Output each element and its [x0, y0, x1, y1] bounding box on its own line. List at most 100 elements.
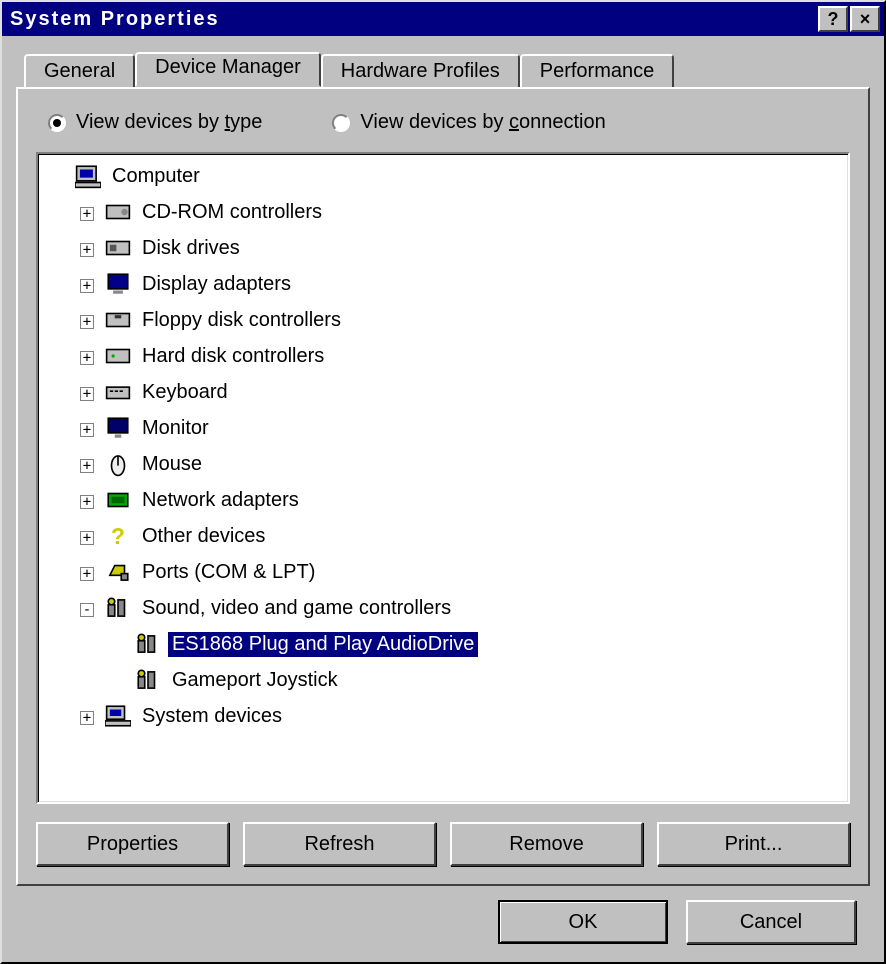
tree-item[interactable]: + Display adapters	[42, 266, 844, 302]
ok-button[interactable]: OK	[498, 900, 668, 944]
expando-icon[interactable]: +	[80, 387, 94, 401]
tab-label: Hardware Profiles	[341, 60, 500, 82]
hdd-icon	[104, 342, 132, 370]
sound-icon	[104, 594, 132, 622]
tree-item-label: Disk drives	[138, 236, 244, 261]
port-icon	[104, 558, 132, 586]
button-label: OK	[569, 911, 598, 934]
radio-label: View devices by connection	[360, 111, 605, 134]
tab-panel: View devices by type View devices by con…	[16, 87, 870, 886]
expando-icon[interactable]: +	[80, 459, 94, 473]
view-by-type-radio[interactable]: View devices by type	[48, 111, 262, 134]
view-mode-group: View devices by type View devices by con…	[48, 111, 850, 134]
system-icon	[104, 702, 132, 730]
tab-label: Performance	[540, 60, 655, 82]
tree-item[interactable]: + Hard disk controllers	[42, 338, 844, 374]
tree-item-label: Sound, video and game controllers	[138, 596, 455, 621]
expando-icon[interactable]: +	[80, 315, 94, 329]
dialog-button-row: OK Cancel	[16, 886, 870, 952]
tree-item[interactable]: +? Other devices	[42, 518, 844, 554]
system-properties-window: System Properties ? × General Device Man…	[0, 0, 886, 964]
tree-item[interactable]: + Floppy disk controllers	[42, 302, 844, 338]
tree-item-label: ES1868 Plug and Play AudioDrive	[168, 632, 478, 657]
sound-icon	[134, 666, 162, 694]
tree-item-label: Computer	[108, 164, 204, 189]
titlebar-buttons: ? ×	[818, 6, 880, 32]
refresh-button[interactable]: Refresh	[243, 822, 436, 866]
properties-button[interactable]: Properties	[36, 822, 229, 866]
tree-item-label: Network adapters	[138, 488, 303, 513]
remove-button[interactable]: Remove	[450, 822, 643, 866]
expando-icon[interactable]: +	[80, 423, 94, 437]
button-label: Remove	[509, 833, 583, 856]
close-button[interactable]: ×	[850, 6, 880, 32]
tree-item[interactable]: + Monitor	[42, 410, 844, 446]
device-tree[interactable]: Computer+CD-ROM controllers+Disk drives+…	[36, 152, 850, 804]
tree-item-label: Floppy disk controllers	[138, 308, 345, 333]
expando-icon[interactable]: +	[80, 243, 94, 257]
tree-item[interactable]: + System devices	[42, 698, 844, 734]
tree-item[interactable]: ES1868 Plug and Play AudioDrive	[42, 626, 844, 662]
tab-label: General	[44, 60, 115, 82]
button-label: Refresh	[304, 833, 374, 856]
expando-icon[interactable]: +	[80, 207, 94, 221]
tree-item[interactable]: +Keyboard	[42, 374, 844, 410]
network-icon	[104, 486, 132, 514]
view-by-connection-radio[interactable]: View devices by connection	[332, 111, 605, 134]
titlebar[interactable]: System Properties ? ×	[2, 2, 884, 36]
help-button[interactable]: ?	[818, 6, 848, 32]
client-area: General Device Manager Hardware Profiles…	[2, 36, 884, 962]
monitor-icon	[104, 414, 132, 442]
computer-icon	[74, 162, 102, 190]
help-icon: ?	[828, 9, 839, 30]
expando-icon[interactable]: +	[80, 279, 94, 293]
tree-item[interactable]: + Network adapters	[42, 482, 844, 518]
tree-item-label: System devices	[138, 704, 286, 729]
tree-item-label: Hard disk controllers	[138, 344, 328, 369]
tree-item-label: Mouse	[138, 452, 206, 477]
tree-item-label: CD-ROM controllers	[138, 200, 326, 225]
tabstrip: General Device Manager Hardware Profiles…	[24, 54, 870, 87]
svg-text:?: ?	[111, 523, 125, 549]
expando-icon[interactable]: -	[80, 603, 94, 617]
keyboard-icon	[104, 378, 132, 406]
window-title: System Properties	[10, 8, 818, 31]
tree-item[interactable]: - Sound, video and game controllers	[42, 590, 844, 626]
tree-item-label: Other devices	[138, 524, 269, 549]
tab-performance[interactable]: Performance	[520, 54, 675, 87]
expando-icon[interactable]: +	[80, 711, 94, 725]
panel-button-row: Properties Refresh Remove Print...	[36, 822, 850, 866]
tree-item[interactable]: + CD-ROM controllers	[42, 194, 844, 230]
tab-label: Device Manager	[155, 56, 301, 78]
tree-item[interactable]: + Mouse	[42, 446, 844, 482]
expando-icon[interactable]: +	[80, 351, 94, 365]
cancel-button[interactable]: Cancel	[686, 900, 856, 944]
button-label: Cancel	[740, 911, 802, 934]
tree-item-label: Gameport Joystick	[168, 668, 342, 693]
other-icon: ?	[104, 522, 132, 550]
tab-hardware-profiles[interactable]: Hardware Profiles	[321, 54, 520, 87]
expando-icon[interactable]: +	[80, 531, 94, 545]
cdrom-icon	[104, 198, 132, 226]
expando-icon[interactable]: +	[80, 567, 94, 581]
tab-general[interactable]: General	[24, 54, 135, 87]
radio-label: View devices by type	[76, 111, 262, 134]
button-label: Print...	[725, 833, 783, 856]
print-button[interactable]: Print...	[657, 822, 850, 866]
radio-icon	[332, 114, 350, 132]
close-icon: ×	[860, 9, 871, 30]
display-icon	[104, 270, 132, 298]
radio-icon	[48, 114, 66, 132]
disk-icon	[104, 234, 132, 262]
tree-item-label: Display adapters	[138, 272, 295, 297]
expando-icon[interactable]: +	[80, 495, 94, 509]
tree-item[interactable]: + Ports (COM & LPT)	[42, 554, 844, 590]
mouse-icon	[104, 450, 132, 478]
tab-device-manager[interactable]: Device Manager	[135, 52, 321, 87]
tree-item-label: Ports (COM & LPT)	[138, 560, 319, 585]
tree-item-label: Monitor	[138, 416, 213, 441]
tree-item[interactable]: + Disk drives	[42, 230, 844, 266]
tree-item[interactable]: Computer	[42, 158, 844, 194]
button-label: Properties	[87, 833, 178, 856]
tree-item[interactable]: Gameport Joystick	[42, 662, 844, 698]
